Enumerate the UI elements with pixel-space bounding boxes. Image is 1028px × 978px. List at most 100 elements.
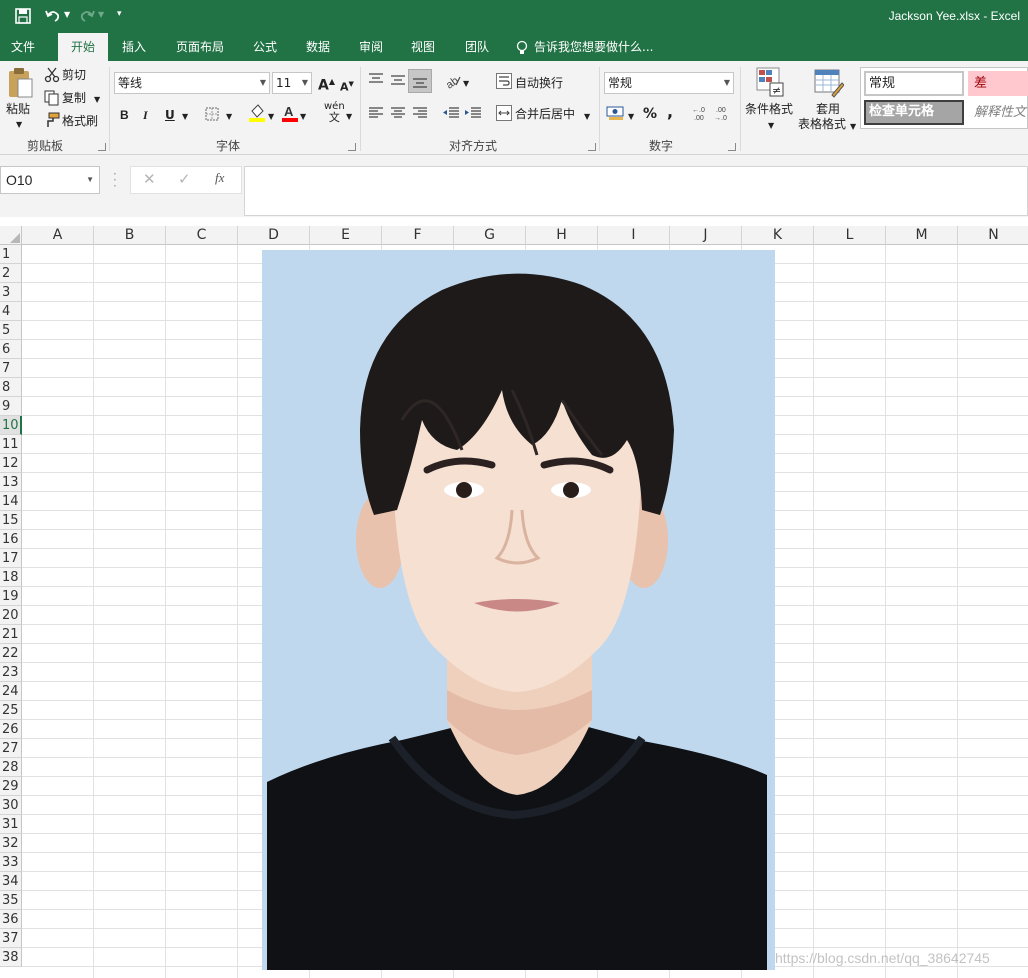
row-header-29[interactable]: 29: [0, 777, 22, 796]
row-header-10[interactable]: 10: [0, 416, 22, 435]
row-header-38[interactable]: 38: [0, 948, 22, 967]
column-header-c[interactable]: C: [166, 226, 238, 245]
style-normal[interactable]: 常规: [864, 71, 964, 96]
increase-font-size-button[interactable]: A▲: [318, 73, 335, 95]
font-color-icon[interactable]: A: [281, 103, 299, 123]
row-header-6[interactable]: 6: [0, 340, 22, 359]
tell-me-search[interactable]: 告诉我您想要做什么...: [534, 33, 658, 61]
copy-button[interactable]: 复制: [62, 89, 86, 107]
row-header-23[interactable]: 23: [0, 663, 22, 682]
row-header-28[interactable]: 28: [0, 758, 22, 777]
style-check-cell[interactable]: 检查单元格: [864, 100, 964, 125]
paste-dropdown-icon[interactable]: ▼: [16, 116, 22, 134]
column-header-l[interactable]: L: [814, 226, 886, 245]
row-header-4[interactable]: 4: [0, 302, 22, 321]
column-header-d[interactable]: D: [238, 226, 310, 245]
tab-review[interactable]: 审阅: [350, 33, 392, 61]
column-header-e[interactable]: E: [310, 226, 382, 245]
row-header-32[interactable]: 32: [0, 834, 22, 853]
fill-color-dropdown-icon[interactable]: ▼: [268, 108, 274, 126]
style-bad[interactable]: 差: [968, 71, 1028, 96]
row-header-13[interactable]: 13: [0, 473, 22, 492]
column-header-k[interactable]: K: [742, 226, 814, 245]
decrease-indent-icon[interactable]: [442, 106, 460, 120]
column-header-h[interactable]: H: [526, 226, 598, 245]
phonetic-dropdown-icon[interactable]: ▼: [346, 108, 352, 126]
tab-page-layout[interactable]: 页面布局: [168, 33, 232, 61]
font-name-select[interactable]: 等线 ▼: [114, 72, 270, 94]
conditional-formatting-button[interactable]: 条件格式: [745, 100, 793, 118]
row-header-15[interactable]: 15: [0, 511, 22, 530]
orientation-dropdown-icon[interactable]: ▼: [463, 75, 469, 93]
tab-file[interactable]: 文件: [0, 33, 46, 61]
font-launcher-icon[interactable]: [348, 143, 356, 151]
column-header-f[interactable]: F: [382, 226, 454, 245]
tab-team[interactable]: 团队: [456, 33, 498, 61]
column-header-a[interactable]: A: [22, 226, 94, 245]
customize-qat-icon[interactable]: ▾: [117, 9, 122, 19]
tab-insert[interactable]: 插入: [112, 33, 156, 61]
increase-indent-icon[interactable]: [464, 106, 482, 120]
row-header-3[interactable]: 3: [0, 283, 22, 302]
italic-button[interactable]: I: [143, 106, 148, 124]
undo-dropdown-icon[interactable]: ▼: [64, 10, 70, 19]
decrease-decimal-icon[interactable]: .00 →.0: [714, 105, 734, 121]
row-header-31[interactable]: 31: [0, 815, 22, 834]
align-right-icon[interactable]: [412, 106, 428, 120]
insert-function-icon[interactable]: fx: [215, 170, 224, 186]
paste-icon[interactable]: [6, 67, 34, 99]
row-header-18[interactable]: 18: [0, 568, 22, 587]
accounting-format-icon[interactable]: [606, 105, 626, 121]
phonetic-guide-button[interactable]: wén 文: [324, 101, 345, 123]
save-icon[interactable]: [14, 7, 32, 25]
row-header-21[interactable]: 21: [0, 625, 22, 644]
format-as-table-dropdown-icon[interactable]: ▼: [850, 118, 856, 136]
font-color-dropdown-icon[interactable]: ▼: [300, 108, 306, 126]
clipboard-launcher-icon[interactable]: [98, 143, 106, 151]
underline-dropdown-icon[interactable]: ▼: [182, 108, 188, 126]
tab-home[interactable]: 开始: [58, 33, 108, 61]
percent-button[interactable]: %: [643, 105, 657, 123]
tab-formulas[interactable]: 公式: [244, 33, 286, 61]
tab-view[interactable]: 视图: [402, 33, 444, 61]
embedded-photo[interactable]: [262, 250, 775, 970]
style-explanatory[interactable]: 解释性文: [968, 100, 1028, 125]
row-header-5[interactable]: 5: [0, 321, 22, 340]
formula-bar-grip-icon[interactable]: · · ·: [113, 168, 117, 192]
row-header-37[interactable]: 37: [0, 929, 22, 948]
row-header-36[interactable]: 36: [0, 910, 22, 929]
row-header-9[interactable]: 9: [0, 397, 22, 416]
align-top-icon[interactable]: [368, 73, 384, 87]
worksheet-grid[interactable]: ABCDEFGHIJKLMN 1 2 3 4 5 6 7 8 9 10 11 12 13 14 15 16 17…: [0, 226, 1028, 978]
row-header-17[interactable]: 17: [0, 549, 22, 568]
row-header-22[interactable]: 22: [0, 644, 22, 663]
row-header-19[interactable]: 19: [0, 587, 22, 606]
enter-icon[interactable]: ✓: [178, 170, 191, 188]
borders-icon[interactable]: [205, 107, 219, 121]
borders-dropdown-icon[interactable]: ▼: [226, 108, 232, 126]
underline-button[interactable]: U: [165, 106, 175, 124]
cut-button[interactable]: 剪切: [62, 66, 86, 84]
merge-center-button[interactable]: 合并后居中: [515, 105, 575, 123]
chevron-down-icon[interactable]: ▼: [86, 167, 94, 193]
column-header-g[interactable]: G: [454, 226, 526, 245]
row-header-30[interactable]: 30: [0, 796, 22, 815]
format-painter-button[interactable]: 格式刷: [62, 112, 98, 130]
column-header-m[interactable]: M: [886, 226, 958, 245]
column-header-i[interactable]: I: [598, 226, 670, 245]
row-header-20[interactable]: 20: [0, 606, 22, 625]
number-launcher-icon[interactable]: [728, 143, 736, 151]
format-as-table-label-2[interactable]: 表格格式: [798, 115, 846, 133]
row-header-11[interactable]: 11: [0, 435, 22, 454]
font-size-select[interactable]: 11 ▼: [272, 72, 312, 94]
bold-button[interactable]: B: [120, 106, 129, 124]
accounting-dropdown-icon[interactable]: ▼: [628, 108, 634, 126]
row-header-26[interactable]: 26: [0, 720, 22, 739]
tab-data[interactable]: 数据: [296, 33, 340, 61]
conditional-dropdown-icon[interactable]: ▼: [768, 117, 774, 135]
column-header-b[interactable]: B: [94, 226, 166, 245]
fill-color-icon[interactable]: [248, 103, 266, 123]
formula-input[interactable]: [244, 166, 1028, 216]
row-header-27[interactable]: 27: [0, 739, 22, 758]
decrease-font-size-button[interactable]: A▼: [340, 75, 354, 97]
